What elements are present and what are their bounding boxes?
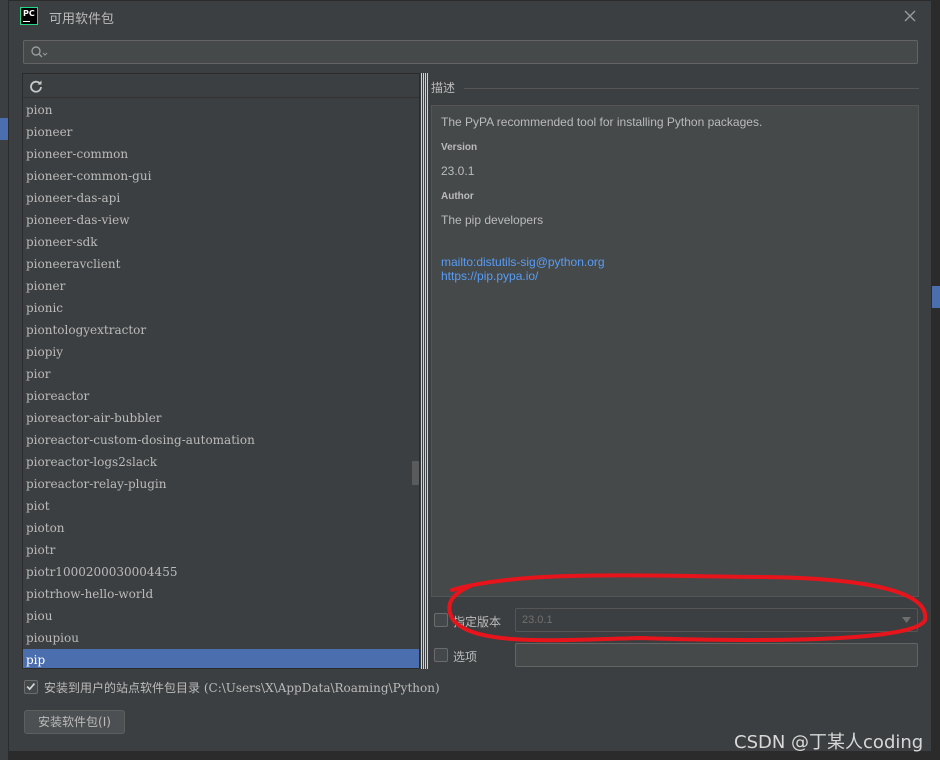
list-item[interactable]: pioneer-das-view xyxy=(23,209,419,231)
list-item[interactable]: pioupiou xyxy=(23,627,419,649)
version-value: 23.0.1 xyxy=(441,164,475,178)
options-checkbox[interactable] xyxy=(434,648,448,662)
description-header: 描述 xyxy=(431,81,456,95)
version-label: Version xyxy=(441,142,478,153)
list-item[interactable]: pion xyxy=(23,99,419,121)
install-to-user-path: (C:\Users\X\AppData\Roaming\Python) xyxy=(203,681,440,695)
install-package-button[interactable]: 安装软件包(I) xyxy=(24,710,125,734)
list-item[interactable]: piou xyxy=(23,605,419,627)
specify-version-label: 指定版本 xyxy=(453,615,502,629)
mailto-link[interactable]: mailto:distutils-sig@python.org xyxy=(441,255,909,269)
specify-version-checkbox[interactable] xyxy=(434,613,448,627)
refresh-icon[interactable] xyxy=(29,79,43,93)
version-select-value: 23.0.1 xyxy=(522,614,553,626)
install-to-user-checkbox[interactable] xyxy=(24,680,38,694)
background-ide-selection-right xyxy=(932,286,940,308)
chevron-down-icon xyxy=(902,617,911,623)
checkmark-icon xyxy=(26,683,36,691)
list-item[interactable]: pioneer xyxy=(23,121,419,143)
homepage-link[interactable]: https://pip.pypa.io/ xyxy=(441,269,909,283)
window-title: 可用软件包 xyxy=(49,12,115,27)
panel-splitter[interactable] xyxy=(421,73,429,669)
list-item[interactable]: pioneer-common xyxy=(23,143,419,165)
options-label: 选项 xyxy=(453,650,478,664)
list-item[interactable]: piot xyxy=(23,495,419,517)
list-item[interactable]: pioneer-das-api xyxy=(23,187,419,209)
title-bar: PC 可用软件包 xyxy=(9,1,933,31)
list-item[interactable]: pioreactor-logs2slack xyxy=(23,451,419,473)
list-item[interactable]: piotr xyxy=(23,539,419,561)
search-input[interactable] xyxy=(50,43,910,61)
list-item[interactable]: pip xyxy=(23,649,419,668)
list-item[interactable]: pioreactor-relay-plugin xyxy=(23,473,419,495)
list-item[interactable]: pioreactor-air-bubbler xyxy=(23,407,419,429)
package-list: pion pioneer pioneer-common pioneer-common-… xyxy=(23,99,419,668)
background-ide-selection xyxy=(0,118,8,140)
package-summary: The PyPA recommended tool for installing… xyxy=(441,115,763,129)
pycharm-app-icon: PC xyxy=(20,7,38,25)
list-item[interactable]: pior xyxy=(23,363,419,385)
search-icon[interactable] xyxy=(30,45,48,59)
watermark: CSDN @丁某人coding xyxy=(734,732,924,753)
version-select[interactable]: 23.0.1 xyxy=(515,608,918,632)
list-item[interactable]: pioreactor xyxy=(23,385,419,407)
list-item[interactable]: pioreactor-custom-dosing-automation xyxy=(23,429,419,451)
list-item[interactable]: piotr1000200030004455 xyxy=(23,561,419,583)
list-item[interactable]: piotrhow-hello-world xyxy=(23,583,419,605)
list-item[interactable]: piontologyextractor xyxy=(23,319,419,341)
list-item[interactable]: piopiy xyxy=(23,341,419,363)
search-box xyxy=(23,40,918,64)
list-item[interactable]: pioner xyxy=(23,275,419,297)
list-item[interactable]: pioneeravclient xyxy=(23,253,419,275)
options-input[interactable] xyxy=(515,643,918,667)
list-item[interactable]: pioton xyxy=(23,517,419,539)
list-item[interactable]: pionic xyxy=(23,297,419,319)
available-packages-dialog: PC 可用软件包 pion pioneer pioneer-common pionee… xyxy=(8,0,932,752)
list-toolbar xyxy=(23,74,419,98)
background-ide-strip xyxy=(0,0,8,760)
close-icon[interactable] xyxy=(901,7,919,25)
scrollbar-thumb[interactable] xyxy=(412,461,419,485)
description-divider xyxy=(464,88,919,89)
description-box: The PyPA recommended tool for installing… xyxy=(431,105,919,597)
list-item[interactable]: pioneer-common-gui xyxy=(23,165,419,187)
install-to-user-label: 安装到用户的站点软件包目录 (C:\Users\X\AppData\Roamin… xyxy=(44,679,440,696)
package-list-panel: pion pioneer pioneer-common pioneer-common-… xyxy=(22,73,420,669)
list-item[interactable]: pioneer-sdk xyxy=(23,231,419,253)
author-value: The pip developers xyxy=(441,213,544,227)
author-label: Author xyxy=(441,191,474,202)
install-to-user-text: 安装到用户的站点软件包目录 xyxy=(44,681,201,695)
package-links: mailto:distutils-sig@python.org https://… xyxy=(441,255,909,283)
